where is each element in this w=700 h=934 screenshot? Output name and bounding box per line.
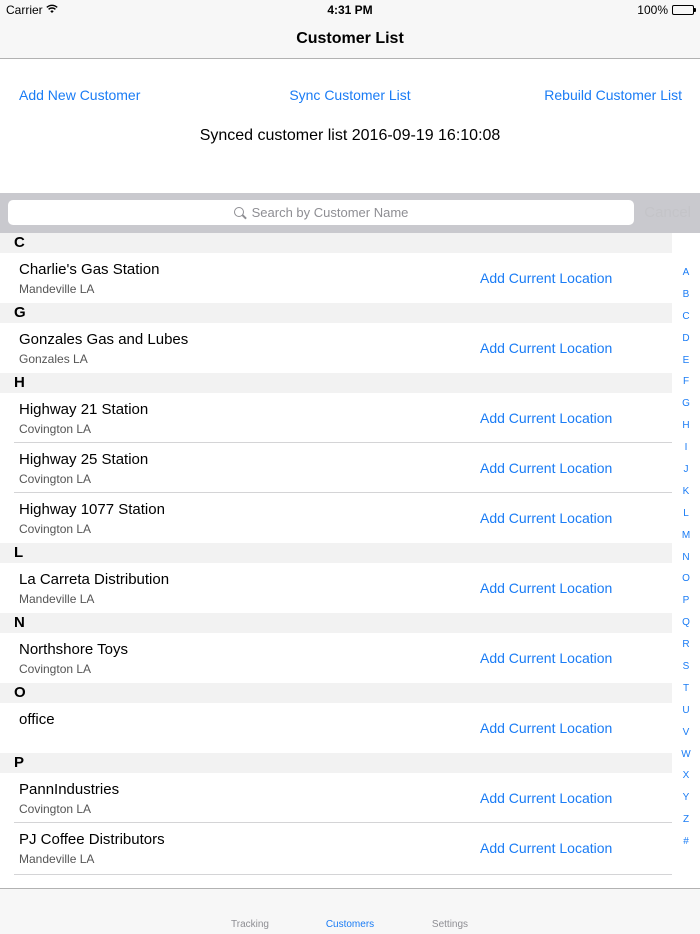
customer-row[interactable]: Northshore Toys Covington LA Add Current L… — [0, 633, 672, 683]
index-letter[interactable]: A — [672, 262, 700, 284]
index-letter[interactable]: B — [672, 284, 700, 306]
customer-city: Covington LA — [19, 802, 92, 816]
index-letter[interactable]: G — [672, 393, 700, 415]
customer-row[interactable]: La Carreta Distribution Mandeville LA Add … — [0, 563, 672, 613]
add-current-location-button[interactable]: Add Current Location — [480, 580, 612, 596]
index-letter[interactable]: E — [672, 350, 700, 372]
customer-name: Gonzales Gas and Lubes — [19, 331, 189, 348]
customer-row[interactable]: Charlie's Gas Station Mandeville LA Add Cu… — [0, 253, 672, 303]
index-letter[interactable]: M — [672, 525, 700, 547]
index-letter[interactable]: R — [672, 634, 700, 656]
add-current-location-button[interactable]: Add Current Location — [480, 720, 612, 736]
customer-city: Covington LA — [19, 522, 92, 536]
index-letter[interactable]: Q — [672, 612, 700, 634]
customer-name: Highway 1077 Station — [19, 501, 165, 518]
battery-icon — [672, 5, 696, 15]
add-current-location-button[interactable]: Add Current Location — [480, 410, 612, 426]
customer-row[interactable]: Gonzales Gas and Lubes Gonzales LA Add Cur… — [0, 323, 672, 373]
section-header: C — [0, 233, 672, 253]
customer-row[interactable]: office Add Current Location — [0, 703, 672, 753]
status-bar: Carrier 4:31 PM 100% — [0, 0, 700, 20]
search-bar: Search by Customer Name Cancel — [0, 193, 700, 233]
section-header: G — [0, 303, 672, 323]
tab-settings[interactable]: Settings — [410, 919, 490, 930]
search-icon — [233, 206, 246, 219]
customer-city: Covington LA — [19, 422, 92, 436]
customer-city: Mandeville LA — [19, 282, 95, 296]
battery-percentage: 100% — [637, 3, 668, 17]
customer-city: Gonzales LA — [19, 352, 88, 366]
index-letter[interactable]: Y — [672, 787, 700, 809]
customer-name: office — [19, 711, 55, 728]
section-header: L — [0, 543, 672, 563]
actions-panel: Add New Customer Sync Customer List Rebu… — [0, 60, 700, 193]
index-letter[interactable]: L — [672, 503, 700, 525]
index-letter[interactable]: D — [672, 328, 700, 350]
add-current-location-button[interactable]: Add Current Location — [480, 790, 612, 806]
customer-city: Covington LA — [19, 662, 92, 676]
tab-customers[interactable]: Customers — [310, 919, 390, 930]
index-letter[interactable]: # — [672, 831, 700, 853]
section-header: P — [0, 753, 672, 773]
add-current-location-button[interactable]: Add Current Location — [480, 270, 612, 286]
index-letter[interactable]: O — [672, 568, 700, 590]
index-letter[interactable]: X — [672, 765, 700, 787]
customer-name: Highway 25 Station — [19, 451, 149, 468]
index-letter[interactable]: I — [672, 437, 700, 459]
section-header: O — [0, 683, 672, 703]
index-letter[interactable]: U — [672, 700, 700, 722]
add-current-location-button[interactable]: Add Current Location — [480, 340, 612, 356]
customer-row[interactable]: PannIndustries Covington LA Add Current Lo… — [0, 773, 672, 823]
customer-row[interactable]: Highway 21 Station Covington LA Add Curren… — [0, 393, 672, 443]
section-index[interactable]: A B C D E F G H I J K L M N O P Q R S T U V W X Y Z # — [672, 262, 700, 853]
section-header: N — [0, 613, 672, 633]
customer-city: Mandeville LA — [19, 592, 95, 606]
index-letter[interactable]: N — [672, 547, 700, 569]
tab-tracking[interactable]: Tracking — [210, 919, 290, 930]
index-letter[interactable]: T — [672, 678, 700, 700]
index-letter[interactable]: C — [672, 306, 700, 328]
index-letter[interactable]: Z — [672, 809, 700, 831]
customer-name: PannIndustries — [19, 781, 120, 798]
index-letter[interactable]: H — [672, 415, 700, 437]
index-letter[interactable]: K — [672, 481, 700, 503]
navigation-bar: Customer List — [0, 20, 700, 59]
page-title: Customer List — [296, 30, 404, 47]
add-current-location-button[interactable]: Add Current Location — [480, 650, 612, 666]
index-letter[interactable]: F — [672, 371, 700, 393]
customer-name: La Carreta Distribution — [19, 571, 170, 588]
customer-name: Northshore Toys — [19, 641, 128, 658]
customer-city: Covington LA — [19, 472, 92, 486]
customer-row[interactable]: Highway 25 Station Covington LA Add Curren… — [0, 443, 672, 493]
customer-row[interactable]: PJ Coffee Distributors Mandeville LA Add C… — [0, 823, 672, 873]
search-placeholder: Search by Customer Name — [251, 205, 409, 220]
index-letter[interactable]: V — [672, 722, 700, 744]
customer-list: C Charlie's Gas Station Mandeville LA Add C… — [0, 233, 672, 873]
customer-city: Mandeville LA — [19, 852, 95, 866]
index-letter[interactable]: P — [672, 590, 700, 612]
customer-name: Highway 21 Station — [19, 401, 149, 418]
sync-status-text: Synced customer list 2016-09-19 16:10:08 — [199, 127, 501, 144]
add-current-location-button[interactable]: Add Current Location — [480, 460, 612, 476]
rebuild-customer-list-button[interactable]: Rebuild Customer List — [544, 87, 682, 103]
tab-bar: Tracking Customers Settings — [0, 888, 700, 934]
customer-name: Charlie's Gas Station — [19, 261, 160, 278]
index-letter[interactable]: W — [672, 744, 700, 766]
index-letter[interactable]: J — [672, 459, 700, 481]
section-header: H — [0, 373, 672, 393]
add-current-location-button[interactable]: Add Current Location — [480, 840, 612, 856]
index-letter[interactable]: S — [672, 656, 700, 678]
customer-name: PJ Coffee Distributors — [19, 831, 165, 848]
cancel-button[interactable]: Cancel — [644, 204, 691, 221]
customer-row[interactable]: Highway 1077 Station Covington LA Add Curr… — [0, 493, 672, 543]
list-divider — [14, 874, 672, 875]
status-time: 4:31 PM — [327, 3, 373, 17]
search-input[interactable]: Search by Customer Name — [8, 200, 634, 225]
add-current-location-button[interactable]: Add Current Location — [480, 510, 612, 526]
